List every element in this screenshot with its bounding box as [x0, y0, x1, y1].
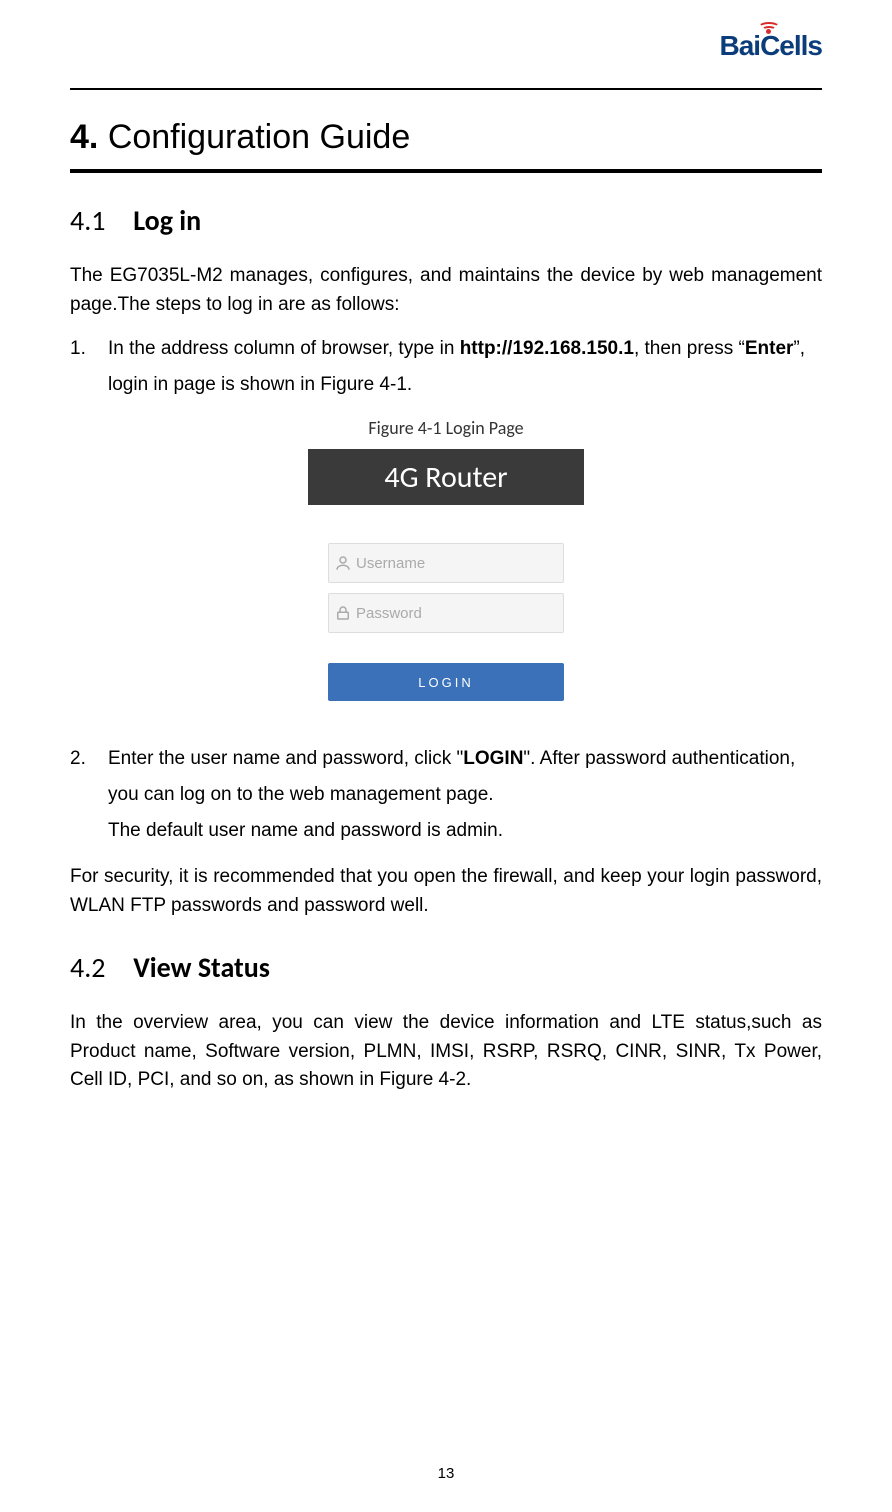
login-figure: 4G Router L — [70, 449, 822, 701]
section-number: 4.2 — [70, 950, 105, 985]
section-name: View Status — [133, 950, 270, 985]
step-number: 1. — [70, 331, 86, 367]
step-1-url: http://192.168.150.1 — [460, 338, 634, 359]
section-4-2-title: 4.2 View Status — [70, 950, 822, 985]
login-form: LOGIN — [328, 543, 564, 701]
brand-logo: BaiCells — [719, 30, 822, 62]
lock-icon — [329, 604, 356, 622]
security-note: For security, it is recommended that you… — [70, 863, 822, 920]
section-name: Log in — [133, 203, 201, 238]
step-2: 2. Enter the user name and password, cli… — [70, 741, 822, 849]
step-1: 1. In the address column of browser, typ… — [70, 331, 822, 403]
user-icon — [329, 554, 356, 572]
username-input[interactable] — [356, 555, 563, 572]
section-4-1-intro: The EG7035L-M2 manages, configures, and … — [70, 262, 822, 319]
step-number: 2. — [70, 741, 86, 777]
step-1-text-b: , then press “ — [634, 338, 745, 359]
logo-part2: Cells — [760, 30, 822, 61]
login-steps: 1. In the address column of browser, typ… — [70, 331, 822, 403]
router-banner: 4G Router — [308, 449, 584, 505]
figure-4-1-caption: Figure 4-1 Login Page — [70, 417, 822, 439]
login-steps-2: 2. Enter the user name and password, cli… — [70, 741, 822, 849]
step-2-text-a: Enter the user name and password, click … — [108, 748, 463, 769]
step-2-note: The default user name and password is ad… — [108, 813, 822, 849]
section-number: 4.1 — [70, 203, 105, 238]
page-number: 13 — [0, 1465, 892, 1482]
chapter-divider — [70, 169, 822, 173]
step-1-key: Enter — [745, 338, 794, 359]
password-input[interactable] — [356, 605, 563, 622]
section-4-2-body: In the overview area, you can view the d… — [70, 1009, 822, 1095]
chapter-name: Configuration Guide — [108, 118, 410, 156]
login-button[interactable]: LOGIN — [328, 663, 564, 701]
password-row[interactable] — [328, 593, 564, 633]
section-4-1-title: 4.1 Log in — [70, 203, 822, 238]
username-row[interactable] — [328, 543, 564, 583]
logo-part1: Bai — [719, 30, 760, 61]
chapter-title: 4. Configuration Guide — [70, 118, 822, 157]
step-2-key: LOGIN — [463, 748, 523, 769]
step-1-text-a: In the address column of browser, type i… — [108, 338, 460, 359]
chapter-number: 4. — [70, 118, 98, 156]
wifi-icon — [758, 22, 780, 34]
page-header: BaiCells — [70, 20, 822, 90]
